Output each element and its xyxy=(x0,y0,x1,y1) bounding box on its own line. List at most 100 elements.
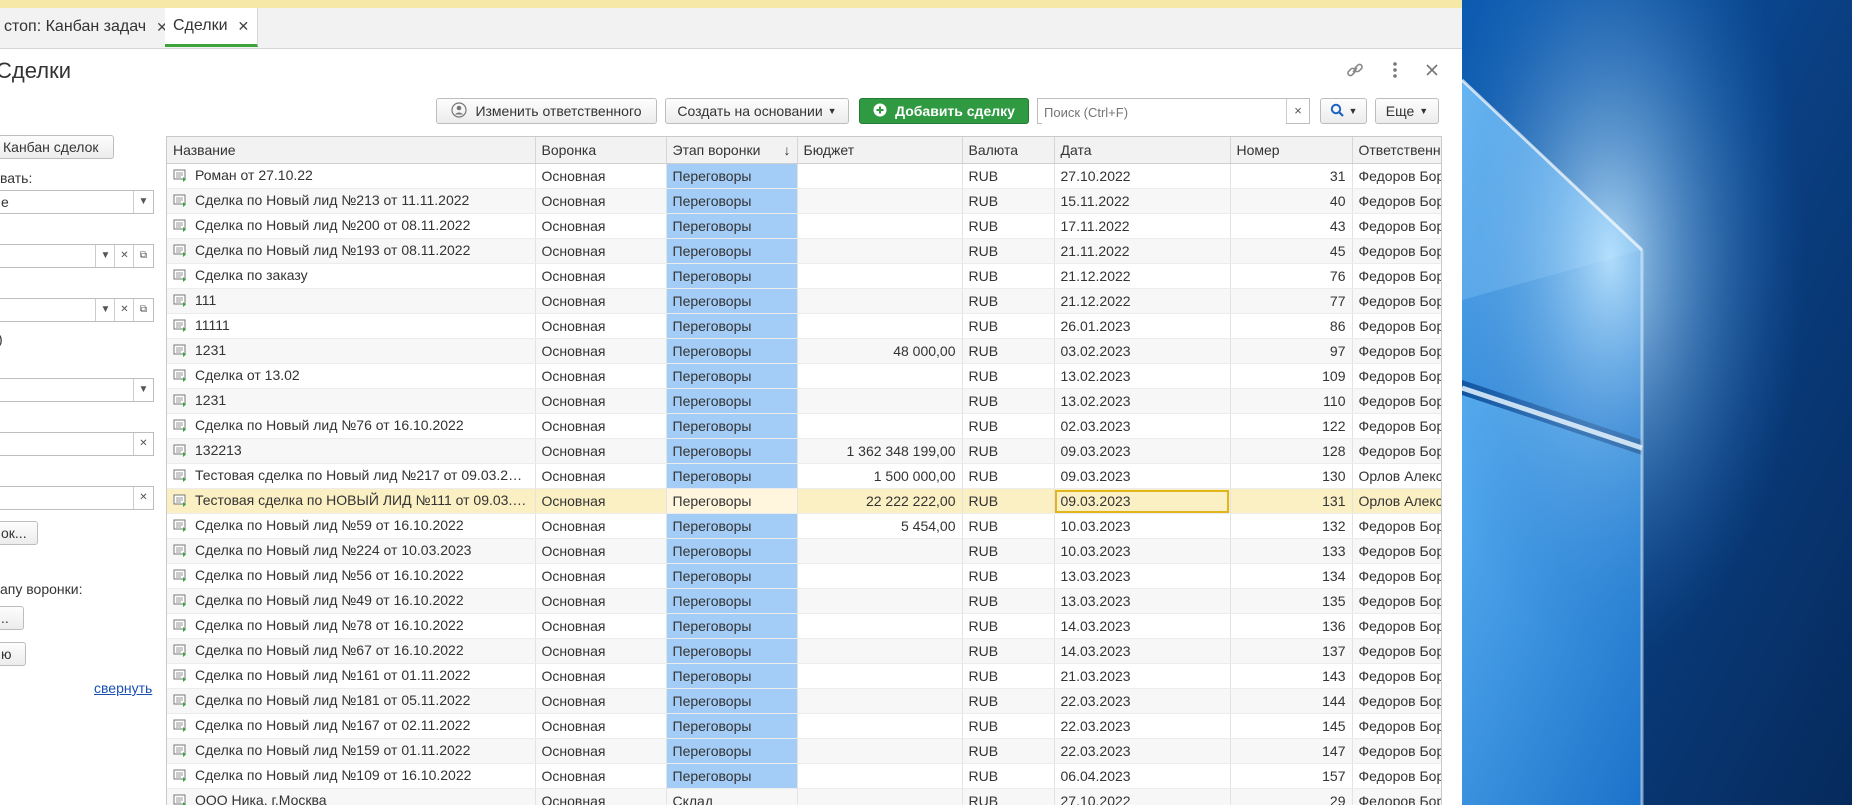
cell-currency[interactable]: RUB xyxy=(962,288,1055,314)
column-header-number[interactable]: Номер xyxy=(1230,137,1353,164)
close-tab-icon[interactable]: ✕ xyxy=(238,18,250,35)
cell-responsible[interactable]: Федоров Бор xyxy=(1352,538,1441,564)
table-row[interactable]: Сделка по Новый лид №193 от 08.11.2022 Ос… xyxy=(167,238,1441,264)
cell-number[interactable]: 132 xyxy=(1230,513,1353,539)
search-input[interactable] xyxy=(1042,100,1286,124)
cell-name[interactable]: Сделка по Новый лид №67 от 16.10.2022 xyxy=(167,638,536,664)
show-select[interactable]: е ▼ xyxy=(0,190,154,214)
cell-responsible[interactable]: Федоров Бор xyxy=(1352,313,1441,339)
cell-currency[interactable]: RUB xyxy=(962,663,1055,689)
cell-budget[interactable] xyxy=(797,263,963,289)
cell-funnel[interactable]: Основная xyxy=(535,488,667,514)
cell-responsible[interactable]: Федоров Бор xyxy=(1352,263,1441,289)
cell-funnel[interactable]: Основная xyxy=(535,388,667,414)
cell-responsible[interactable]: Федоров Бор xyxy=(1352,688,1441,714)
column-header-name[interactable]: Название xyxy=(167,137,536,164)
cell-name[interactable]: Сделка по Новый лид №49 от 16.10.2022 xyxy=(167,588,536,614)
cell-date[interactable]: 21.12.2022 xyxy=(1054,263,1231,289)
cell-date[interactable]: 14.03.2023 xyxy=(1054,613,1231,639)
cell-stage[interactable]: Переговоры xyxy=(666,438,798,464)
cell-responsible[interactable]: Федоров Бор xyxy=(1352,613,1441,639)
cell-responsible[interactable]: Федоров Бор xyxy=(1352,388,1441,414)
cell-funnel[interactable]: Основная xyxy=(535,563,667,589)
tab-deals[interactable]: Сделки ✕ xyxy=(165,8,259,47)
clear-icon[interactable]: ✕ xyxy=(133,433,153,455)
cell-stage[interactable]: Переговоры xyxy=(666,388,798,414)
cell-name[interactable]: Сделка по Новый лид №181 от 05.11.2022 xyxy=(167,688,536,714)
cell-stage[interactable]: Переговоры xyxy=(666,338,798,364)
change-responsible-button[interactable]: Изменить ответственного xyxy=(436,98,657,124)
cell-stage[interactable]: Склад xyxy=(666,788,798,805)
table-row[interactable]: Сделка по Новый лид №109 от 16.10.2022 Ос… xyxy=(167,763,1441,789)
cell-number[interactable]: 128 xyxy=(1230,438,1353,464)
cell-number[interactable]: 76 xyxy=(1230,263,1353,289)
cell-funnel[interactable]: Основная xyxy=(535,463,667,489)
cell-funnel[interactable]: Основная xyxy=(535,688,667,714)
cell-funnel[interactable]: Основная xyxy=(535,588,667,614)
stage-button-1[interactable]: .. xyxy=(0,606,24,630)
cell-funnel[interactable]: Основная xyxy=(535,738,667,764)
cell-currency[interactable]: RUB xyxy=(962,738,1055,764)
cell-name[interactable]: Роман от 27.10.22 xyxy=(167,163,536,189)
cell-budget[interactable] xyxy=(797,413,963,439)
cell-name[interactable]: Сделка по Новый лид №59 от 16.10.2022 xyxy=(167,513,536,539)
cell-responsible[interactable]: Орлов Алекс xyxy=(1352,463,1441,489)
cell-funnel[interactable]: Основная xyxy=(535,413,667,439)
cell-date[interactable]: 13.03.2023 xyxy=(1054,588,1231,614)
cell-number[interactable]: 137 xyxy=(1230,638,1353,664)
cell-number[interactable]: 109 xyxy=(1230,363,1353,389)
table-row[interactable]: 11111 Основная Переговоры RUB 26.01.2023 86 Фе… xyxy=(167,313,1441,339)
cell-currency[interactable]: RUB xyxy=(962,588,1055,614)
collapse-link[interactable]: свернуть xyxy=(94,680,152,696)
cell-budget[interactable]: 48 000,00 xyxy=(797,338,963,364)
cell-budget[interactable] xyxy=(797,763,963,789)
cell-date[interactable]: 27.10.2022 xyxy=(1054,163,1231,189)
clear-icon[interactable]: ✕ xyxy=(114,245,134,267)
filter-field-1[interactable]: ▼ ✕ ⧉ xyxy=(0,244,154,268)
cell-budget[interactable]: 1 500 000,00 xyxy=(797,463,963,489)
cell-date[interactable]: 02.03.2023 xyxy=(1054,413,1231,439)
table-row[interactable]: Сделка по Новый лид №159 от 01.11.2022 Ос… xyxy=(167,738,1441,764)
cell-budget[interactable]: 5 454,00 xyxy=(797,513,963,539)
cell-budget[interactable] xyxy=(797,638,963,664)
cell-currency[interactable]: RUB xyxy=(962,188,1055,214)
cell-currency[interactable]: RUB xyxy=(962,213,1055,239)
cell-date[interactable]: 17.11.2022 xyxy=(1054,213,1231,239)
filter-select-3[interactable]: ▼ xyxy=(0,378,154,402)
cell-stage[interactable]: Переговоры xyxy=(666,238,798,264)
table-row[interactable]: Сделка по Новый лид №76 от 16.10.2022 Осн… xyxy=(167,413,1441,439)
close-window-icon[interactable] xyxy=(1422,60,1442,85)
cell-stage[interactable]: Переговоры xyxy=(666,463,798,489)
filter-field-4[interactable]: ✕ xyxy=(0,432,154,456)
cell-stage[interactable]: Переговоры xyxy=(666,188,798,214)
table-row[interactable]: Сделка по Новый лид №167 от 02.11.2022 Ос… xyxy=(167,713,1441,739)
cell-stage[interactable]: Переговоры xyxy=(666,363,798,389)
cell-name[interactable]: Сделка по Новый лид №56 от 16.10.2022 xyxy=(167,563,536,589)
cell-currency[interactable]: RUB xyxy=(962,488,1055,514)
cell-stage[interactable]: Переговоры xyxy=(666,288,798,314)
cell-name[interactable]: Сделка по Новый лид №200 от 08.11.2022 xyxy=(167,213,536,239)
cell-number[interactable]: 145 xyxy=(1230,713,1353,739)
cell-name[interactable]: Сделка по Новый лид №224 от 10.03.2023 xyxy=(167,538,536,564)
cell-funnel[interactable]: Основная xyxy=(535,613,667,639)
cell-name[interactable]: Сделка по заказу xyxy=(167,263,536,289)
cell-number[interactable]: 29 xyxy=(1230,788,1353,805)
table-row[interactable]: 1231 Основная Переговоры 48 000,00 RUB 03.02.… xyxy=(167,338,1441,364)
cell-stage[interactable]: Переговоры xyxy=(666,738,798,764)
cell-funnel[interactable]: Основная xyxy=(535,288,667,314)
cell-budget[interactable] xyxy=(797,213,963,239)
cell-date[interactable]: 21.11.2022 xyxy=(1054,238,1231,264)
cell-date[interactable]: 22.03.2023 xyxy=(1054,688,1231,714)
cell-funnel[interactable]: Основная xyxy=(535,363,667,389)
cell-budget[interactable] xyxy=(797,388,963,414)
cell-number[interactable]: 86 xyxy=(1230,313,1353,339)
cell-funnel[interactable]: Основная xyxy=(535,663,667,689)
cell-funnel[interactable]: Основная xyxy=(535,538,667,564)
cell-date[interactable]: 21.12.2022 xyxy=(1054,288,1231,314)
cell-date[interactable]: 13.02.2023 xyxy=(1054,388,1231,414)
cell-number[interactable]: 134 xyxy=(1230,563,1353,589)
cell-budget[interactable] xyxy=(797,738,963,764)
cell-responsible[interactable]: Федоров Бор xyxy=(1352,588,1441,614)
cell-responsible[interactable]: Федоров Бор xyxy=(1352,638,1441,664)
cell-name[interactable]: Сделка по Новый лид №193 от 08.11.2022 xyxy=(167,238,536,264)
